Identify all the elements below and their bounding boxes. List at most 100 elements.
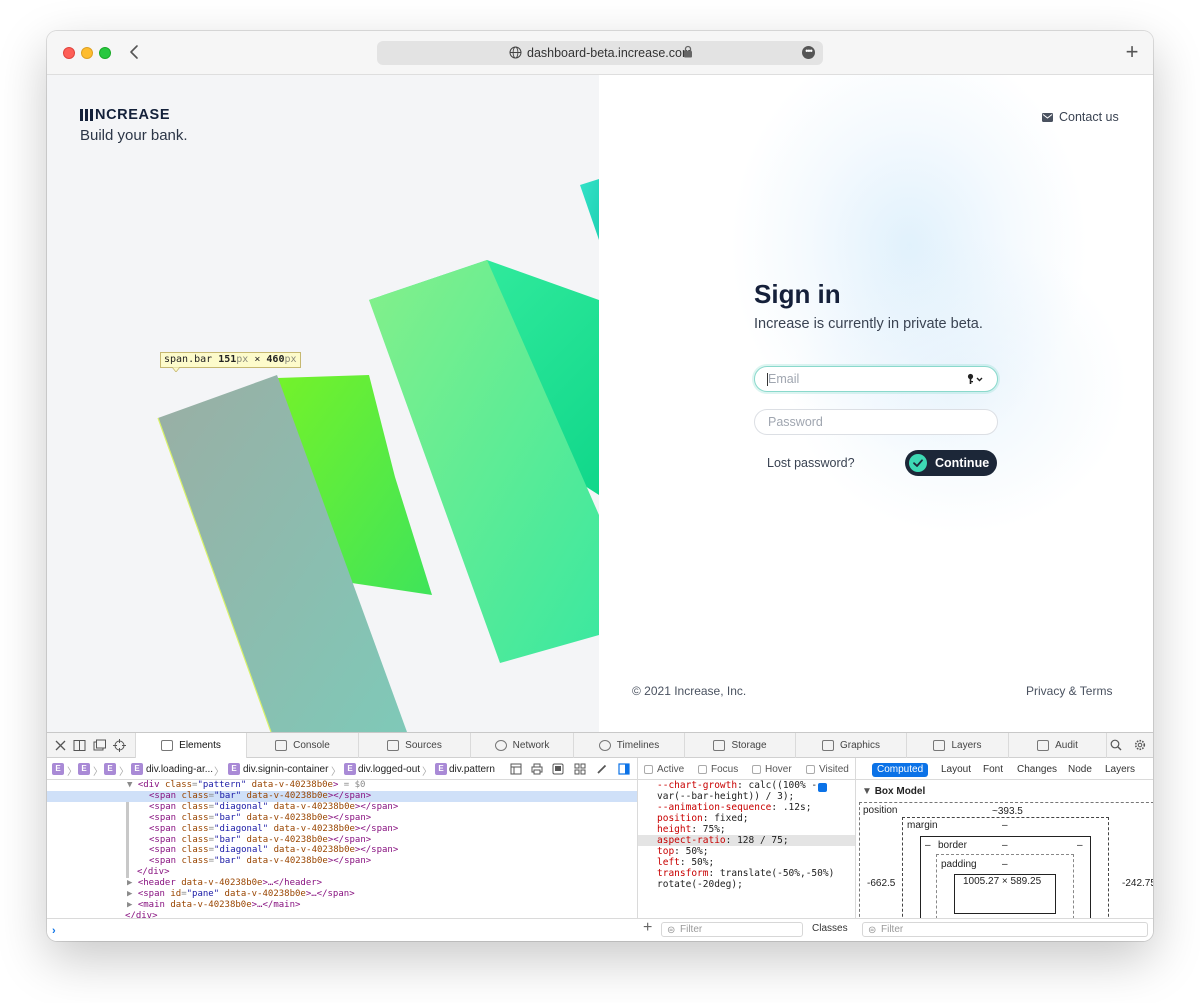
dom-node-text: ▶ <main data-v-40238b0e>…</main> xyxy=(127,900,300,911)
tab-console[interactable]: Console xyxy=(247,733,359,758)
tab-changes[interactable]: Changes xyxy=(1012,763,1062,777)
dom-node-row[interactable]: <span class="diagonal" data-v-40238b0e><… xyxy=(47,824,637,835)
css-declaration[interactable]: transform: translate(-50%,-50%) xyxy=(638,868,855,879)
css-property-value: rotate(-20deg); xyxy=(657,879,743,890)
page-menu-button[interactable]: ••• xyxy=(802,46,815,59)
active-checkbox[interactable]: Active xyxy=(644,764,684,775)
tab-layout[interactable]: Layout xyxy=(936,763,976,777)
address-bar[interactable]: dashboard-beta.increase.com ••• xyxy=(377,41,823,65)
dom-tag: ></span> xyxy=(327,790,372,801)
breadcrumb-element-icon[interactable]: E xyxy=(78,763,90,775)
tab-font[interactable]: Font xyxy=(978,763,1008,777)
css-declaration[interactable]: var(--bar-height)) / 3); xyxy=(638,791,855,802)
contact-us-link[interactable]: Contact us xyxy=(1042,110,1119,124)
lost-password-link[interactable]: Lost password? xyxy=(767,456,855,470)
focus-checkbox[interactable]: Focus xyxy=(698,764,738,775)
css-declaration[interactable]: aspect-ratio: 128 / 75; xyxy=(638,835,855,846)
dom-node-text: ▶ <header data-v-40238b0e>…</header> xyxy=(127,878,322,889)
rulers-icon[interactable] xyxy=(552,763,564,775)
close-window-button[interactable] xyxy=(63,47,75,59)
tab-node[interactable]: Node xyxy=(1063,763,1097,777)
box-model-heading[interactable]: ▼ Box Model xyxy=(862,786,925,797)
tab-computed[interactable]: Computed xyxy=(872,763,929,777)
variable-swatch-icon[interactable] xyxy=(818,783,827,792)
css-declaration[interactable]: height: 75%; xyxy=(638,824,855,835)
mail-icon xyxy=(1042,112,1053,122)
layout-grid-icon[interactable] xyxy=(510,763,522,775)
breadcrumb-item[interactable]: div.loading-ar... xyxy=(146,764,213,775)
sidebar-toggle-icon[interactable] xyxy=(618,763,630,775)
dock-side-icon[interactable] xyxy=(73,739,86,752)
classes-toggle[interactable]: Classes xyxy=(812,923,848,934)
hover-checkbox[interactable]: Hover xyxy=(752,764,792,775)
dom-node-row[interactable]: <span class="bar" data-v-40238b0e></span… xyxy=(47,835,637,846)
styles-filter-input[interactable]: ⊜ Filter xyxy=(661,922,803,937)
dom-node-row[interactable]: </div> xyxy=(47,911,637,918)
email-field[interactable]: Email xyxy=(754,366,998,392)
dom-node-row[interactable]: ▶ <header data-v-40238b0e>…</header> xyxy=(47,878,637,889)
filter-icon: ⊜ xyxy=(868,925,877,936)
password-field[interactable]: Password xyxy=(754,409,998,435)
pencil-icon[interactable] xyxy=(596,763,608,775)
styles-panel[interactable]: --chart-growth: calc((100% - var(--bar-he… xyxy=(637,780,855,918)
breadcrumb-item-current[interactable]: div.pattern xyxy=(449,764,495,775)
css-declaration[interactable]: top: 50%; xyxy=(638,846,855,857)
computed-filter-input[interactable]: ⊜ Filter xyxy=(862,922,1148,937)
password-key-autofill-icon[interactable] xyxy=(967,373,985,385)
close-inspector-icon[interactable] xyxy=(54,739,67,752)
search-icon[interactable] xyxy=(1110,739,1122,751)
add-rule-button[interactable]: + xyxy=(643,920,652,936)
privacy-terms-link[interactable]: Privacy & Terms xyxy=(1026,684,1112,698)
breadcrumb-element-icon[interactable]: E xyxy=(104,763,116,775)
console-prompt[interactable]: › xyxy=(47,918,637,941)
tab-storage[interactable]: Storage xyxy=(685,733,796,758)
dom-node-row[interactable]: ▶ <main data-v-40238b0e>…</main> xyxy=(47,900,637,911)
breadcrumb-element-icon[interactable]: E xyxy=(52,763,64,775)
element-picker-icon[interactable] xyxy=(113,739,126,752)
dom-attr-value: "bar" xyxy=(214,856,242,867)
dom-node-row[interactable]: <span class="bar" data-v-40238b0e></span… xyxy=(47,813,637,824)
dom-node-row[interactable]: </div> xyxy=(47,867,637,878)
tab-audit[interactable]: Audit xyxy=(1009,733,1107,758)
dom-tag: <main xyxy=(137,899,165,910)
css-declaration[interactable]: --animation-sequence: .12s; xyxy=(638,802,855,813)
tab-layers-sidebar[interactable]: Layers xyxy=(1100,763,1140,777)
brand-panel: NCREASE Build your bank. span.bar 151px … xyxy=(47,75,599,732)
css-declaration[interactable]: position: fixed; xyxy=(638,813,855,824)
breadcrumb-item[interactable]: div.logged-out xyxy=(358,764,420,775)
css-declaration[interactable]: left: 50%; xyxy=(638,857,855,868)
tab-graphics[interactable]: Graphics xyxy=(796,733,907,758)
contact-us-label: Contact us xyxy=(1059,110,1119,124)
undock-icon[interactable] xyxy=(93,739,106,752)
minimize-window-button[interactable] xyxy=(81,47,93,59)
increase-logo[interactable]: NCREASE xyxy=(80,107,170,123)
dom-node-row[interactable]: ▼ <div class="pattern" data-v-40238b0e> … xyxy=(47,780,637,791)
breadcrumb-item[interactable]: div.signin-container xyxy=(243,764,328,775)
tab-layers[interactable]: Layers xyxy=(907,733,1009,758)
dom-node-text: ▶ <span id="pane" data-v-40238b0e>…</spa… xyxy=(127,889,355,900)
tab-sources[interactable]: Sources xyxy=(359,733,471,758)
dom-node-row[interactable]: <span class="bar" data-v-40238b0e></span… xyxy=(47,790,637,802)
pseudo-class-filters: Active Focus Hover Visited xyxy=(637,758,855,780)
dom-node-row[interactable]: <span class="diagonal" data-v-40238b0e><… xyxy=(47,845,637,856)
tab-timelines[interactable]: Timelines xyxy=(574,733,685,758)
dom-tree[interactable]: ▼ <div class="pattern" data-v-40238b0e> … xyxy=(47,780,637,918)
continue-button[interactable]: Continue xyxy=(905,450,997,476)
css-property-value: : .12s; xyxy=(771,802,812,813)
css-declaration[interactable]: rotate(-20deg); xyxy=(638,879,855,890)
dom-node-row[interactable]: <span class="bar" data-v-40238b0e></span… xyxy=(47,856,637,867)
visited-checkbox[interactable]: Visited xyxy=(806,764,849,775)
disclosure-triangle-icon: ▶ xyxy=(127,899,138,910)
print-icon[interactable] xyxy=(531,763,543,775)
zoom-window-button[interactable] xyxy=(99,47,111,59)
back-arrow-icon[interactable] xyxy=(127,41,141,63)
new-tab-button[interactable]: + xyxy=(1123,41,1141,63)
dom-attr-name: class xyxy=(176,834,209,845)
dom-node-row[interactable]: ▶ <span id="pane" data-v-40238b0e>…</spa… xyxy=(47,889,637,900)
gear-icon[interactable] xyxy=(1134,739,1146,751)
grid-overlay-icon[interactable] xyxy=(574,763,586,775)
dom-node-row[interactable]: <span class="diagonal" data-v-40238b0e><… xyxy=(47,802,637,813)
tab-elements[interactable]: Elements xyxy=(135,733,247,758)
tab-network[interactable]: Network xyxy=(471,733,574,758)
chevron-right-icon: 〉 xyxy=(214,767,224,778)
